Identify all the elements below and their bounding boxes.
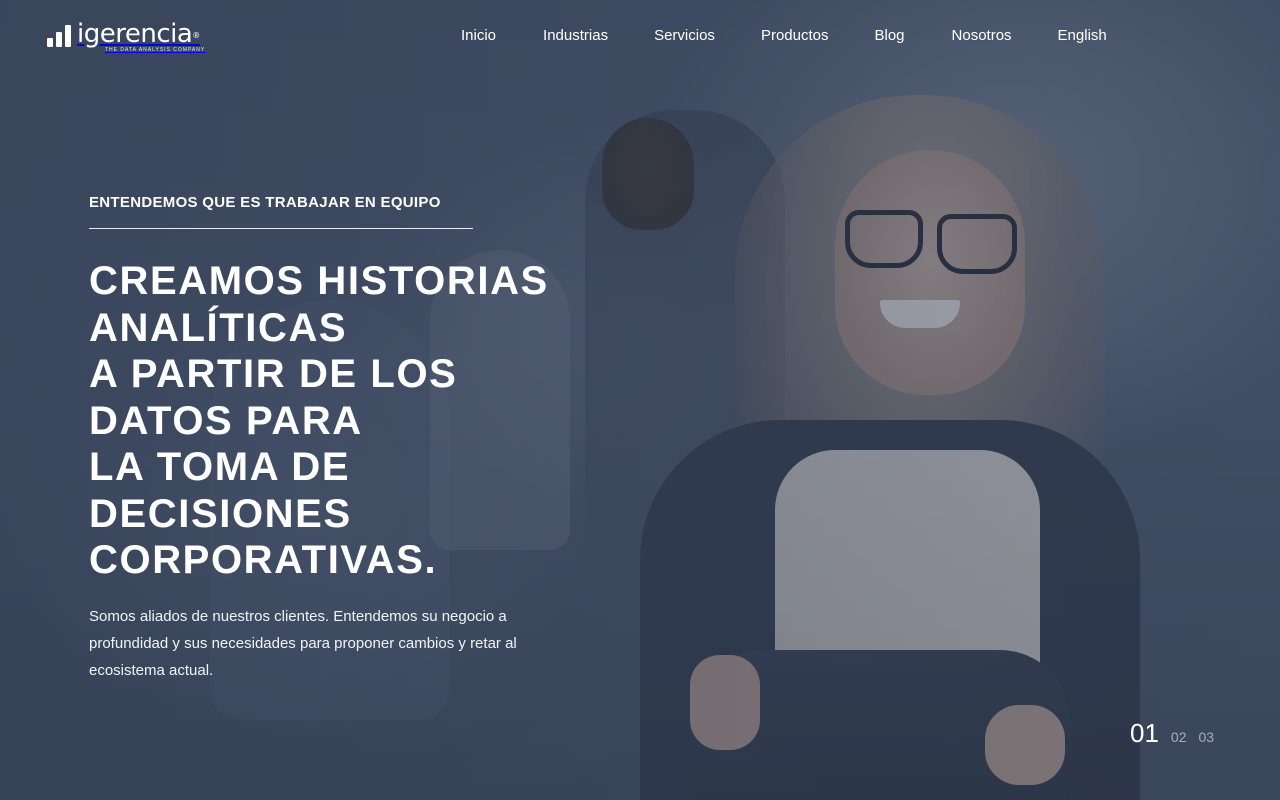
- logo[interactable]: igerencia® THE DATA ANALYSIS COMPANY: [47, 20, 205, 56]
- nav-item-servicios[interactable]: Servicios: [654, 27, 715, 45]
- slider-pagination: 01 02 03: [1130, 718, 1226, 749]
- slide-indicator[interactable]: 03: [1199, 729, 1215, 745]
- kicker-divider: [89, 228, 473, 229]
- logo-tagline: THE DATA ANALYSIS COMPANY: [105, 47, 206, 53]
- logo-name: igerencia: [77, 19, 193, 49]
- nav-item-blog[interactable]: Blog: [874, 27, 904, 45]
- nav-item-productos[interactable]: Productos: [761, 27, 829, 45]
- nav-item-english[interactable]: English: [1058, 27, 1107, 45]
- headline-line: ANALÍTICAS: [89, 305, 348, 350]
- headline-line: DECISIONES: [89, 491, 352, 536]
- registered-mark: ®: [192, 31, 200, 40]
- hero-headline: CREAMOS HISTORIAS ANALÍTICAS A PARTIR DE…: [89, 258, 649, 584]
- slide-indicator-active[interactable]: 01: [1130, 718, 1159, 749]
- logo-text: igerencia® THE DATA ANALYSIS COMPANY: [77, 20, 205, 53]
- headline-line: CORPORATIVAS.: [89, 538, 438, 582]
- main-nav: Inicio Industrias Servicios Productos Bl…: [461, 27, 1107, 45]
- headline-line: A PARTIR DE LOS: [89, 352, 458, 396]
- headline-line: DATOS PARA: [89, 398, 363, 443]
- nav-item-nosotros[interactable]: Nosotros: [952, 27, 1012, 45]
- bar-chart-icon: [47, 25, 71, 47]
- slide-indicator[interactable]: 02: [1171, 729, 1187, 745]
- nav-item-inicio[interactable]: Inicio: [461, 27, 496, 45]
- nav-item-industrias[interactable]: Industrias: [543, 27, 608, 45]
- headline-line: CREAMOS HISTORIAS: [89, 259, 549, 303]
- headline-line: LA TOMA DE: [89, 445, 351, 489]
- hero-description: Somos aliados de nuestros clientes. Ente…: [89, 608, 517, 679]
- hero-kicker: ENTENDEMOS QUE ES TRABAJAR EN EQUIPO: [89, 194, 441, 211]
